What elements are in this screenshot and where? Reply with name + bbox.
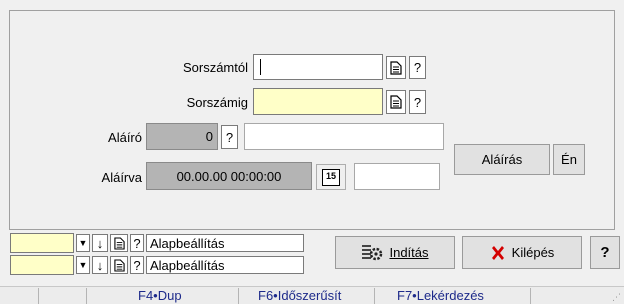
kilepes-label: Kilépés bbox=[511, 245, 555, 260]
help-button[interactable]: ? bbox=[409, 56, 426, 79]
dropdown-button[interactable]: ▼ bbox=[76, 256, 90, 274]
help-button[interactable]: ? bbox=[221, 125, 238, 149]
sort-button[interactable]: ↓ bbox=[92, 256, 108, 274]
calendar-button[interactable]: 15 bbox=[316, 164, 346, 190]
document-icon bbox=[113, 258, 125, 272]
fkey-separator bbox=[38, 288, 39, 304]
inditas-label: Indítás bbox=[389, 245, 429, 260]
sorszamtol-label: Sorszámtól bbox=[182, 60, 248, 75]
alairva-datetime-input[interactable]: 00.00.00 00:00:00 bbox=[146, 162, 312, 190]
chevron-down-icon: ▼ bbox=[78, 260, 88, 270]
f7-lekerdezes-key[interactable]: F7•Lekérdezés bbox=[397, 288, 484, 304]
form-panel bbox=[9, 10, 615, 230]
alairo-value: 0 bbox=[205, 129, 213, 144]
sorszamig-input[interactable] bbox=[253, 88, 383, 115]
fkey-separator bbox=[86, 288, 87, 304]
f6-idoszerusit-key[interactable]: F6•Időszerűsít bbox=[258, 288, 341, 304]
document-icon bbox=[113, 236, 125, 250]
fkey-separator bbox=[238, 288, 239, 304]
document-button[interactable] bbox=[386, 56, 406, 79]
alairo-name-field[interactable] bbox=[244, 123, 444, 150]
fkey-separator bbox=[530, 288, 531, 304]
f4-dup-key[interactable]: F4•Dup bbox=[138, 288, 182, 304]
alairo-label: Aláíró bbox=[108, 130, 142, 145]
text-caret bbox=[260, 59, 261, 75]
kilepes-button[interactable]: Kilépés bbox=[462, 236, 582, 269]
document-button[interactable] bbox=[110, 256, 128, 274]
arrow-down-icon: ↓ bbox=[96, 257, 104, 273]
resize-grip-icon[interactable]: ⋰ bbox=[612, 292, 622, 302]
sorszamig-label: Sorszámig bbox=[186, 95, 248, 110]
filter-input[interactable] bbox=[10, 233, 74, 253]
alairva-label: Aláírva bbox=[101, 170, 142, 185]
dropdown-button[interactable]: ▼ bbox=[76, 234, 90, 252]
preset-select[interactable]: Alapbeállítás bbox=[146, 256, 304, 274]
chevron-down-icon: ▼ bbox=[78, 238, 88, 248]
preset-select[interactable]: Alapbeállítás bbox=[146, 234, 304, 252]
filter-input[interactable] bbox=[10, 255, 74, 275]
alairas-button[interactable]: Aláírás bbox=[454, 144, 550, 175]
help-button[interactable]: ? bbox=[130, 234, 144, 252]
help-button[interactable]: ? bbox=[409, 90, 426, 114]
sort-button[interactable]: ↓ bbox=[92, 234, 108, 252]
document-icon bbox=[390, 95, 402, 109]
document-button[interactable] bbox=[110, 234, 128, 252]
close-icon bbox=[491, 245, 504, 260]
document-button[interactable] bbox=[386, 90, 406, 114]
help-button[interactable]: ? bbox=[130, 256, 144, 274]
arrow-down-icon: ↓ bbox=[96, 235, 104, 251]
inditas-button[interactable]: Indítás bbox=[335, 236, 455, 269]
alairva-extra-field[interactable] bbox=[354, 163, 440, 190]
sorszamtol-input[interactable] bbox=[253, 54, 383, 80]
alairva-value: 00.00.00 00:00:00 bbox=[176, 169, 282, 184]
help-button[interactable]: ? bbox=[590, 236, 620, 269]
run-query-icon bbox=[362, 244, 383, 260]
calendar-icon: 15 bbox=[322, 168, 340, 186]
en-button[interactable]: Én bbox=[553, 144, 585, 175]
fkey-separator bbox=[374, 288, 375, 304]
document-icon bbox=[390, 60, 402, 75]
alairo-input[interactable]: 0 bbox=[146, 123, 218, 150]
